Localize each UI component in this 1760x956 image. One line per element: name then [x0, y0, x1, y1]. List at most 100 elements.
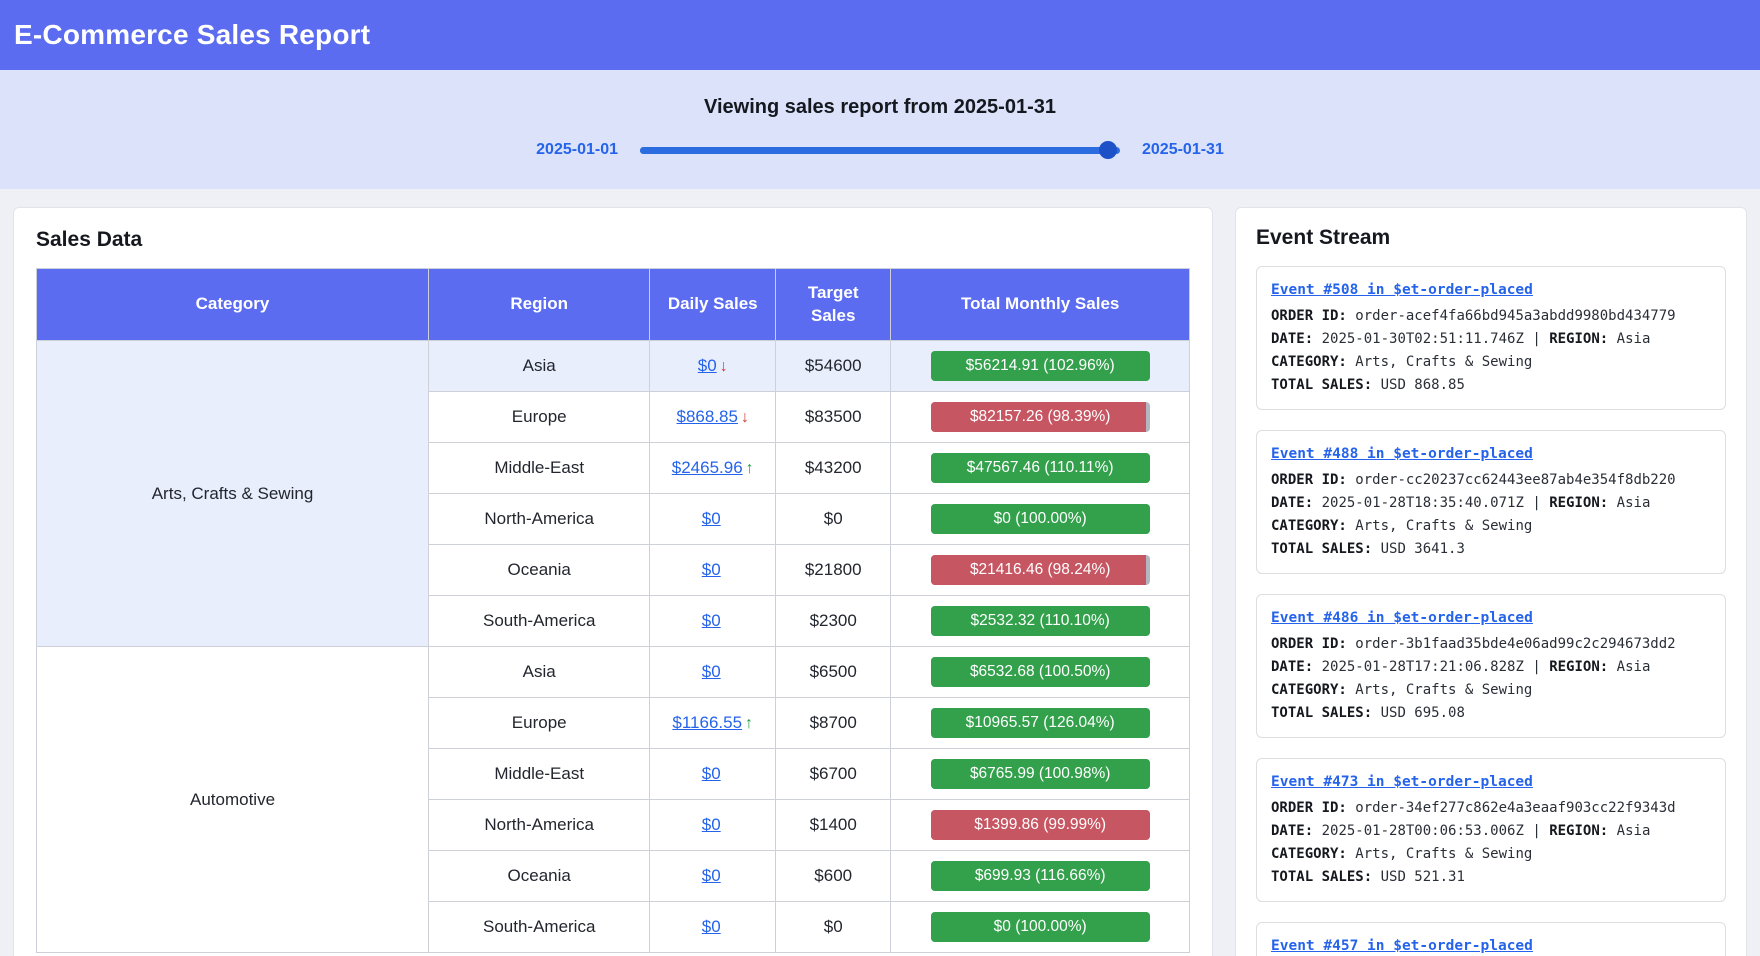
daily-sales-cell: $0: [650, 647, 776, 698]
region-cell: Oceania: [429, 545, 650, 596]
date-label: DATE:: [1271, 331, 1313, 347]
total-sales-cell: $47567.46 (110.11%): [891, 443, 1190, 494]
event-date-line: DATE: 2025-01-30T02:51:11.746Z | REGION:…: [1271, 328, 1711, 351]
category-cell: Arts, Crafts & Sewing: [37, 341, 429, 647]
event-category-line: CATEGORY: Arts, Crafts & Sewing: [1271, 515, 1711, 538]
date-slider[interactable]: [640, 141, 1120, 159]
event-link[interactable]: Event #508 in $et-order-placed: [1271, 279, 1533, 302]
event-link[interactable]: Event #488 in $et-order-placed: [1271, 443, 1533, 466]
monthly-sales-badge: $1399.86 (99.99%): [931, 810, 1150, 840]
total-sales-label: TOTAL SALES:: [1271, 377, 1372, 393]
col-header-category: Category: [37, 269, 429, 341]
separator: |: [1532, 659, 1540, 675]
daily-sales-link[interactable]: $0: [698, 356, 717, 375]
target-sales-cell: $54600: [776, 341, 891, 392]
category-value: Arts, Crafts & Sewing: [1355, 846, 1532, 862]
region-cell: North-America: [429, 494, 650, 545]
daily-sales-link[interactable]: $1166.55: [672, 713, 742, 732]
sales-table: Category Region Daily Sales Target Sales…: [36, 268, 1190, 953]
event-link[interactable]: Event #473 in $et-order-placed: [1271, 771, 1533, 794]
total-sales-value: USD 521.31: [1381, 869, 1465, 885]
total-sales-label: TOTAL SALES:: [1271, 541, 1372, 557]
daily-sales-cell: $0↓: [650, 341, 776, 392]
order-id-label: ORDER ID:: [1271, 472, 1347, 488]
event-link[interactable]: Event #457 in $et-order-placed: [1271, 935, 1533, 956]
monthly-sales-value: $82157.26 (98.39%): [931, 402, 1150, 432]
event-total-line: TOTAL SALES: USD 3641.3: [1271, 538, 1711, 561]
daily-sales-link[interactable]: $868.85: [677, 407, 738, 426]
region-value: Asia: [1617, 495, 1651, 511]
daily-sales-link[interactable]: $0: [702, 611, 721, 630]
total-sales-cell: $82157.26 (98.39%): [891, 392, 1190, 443]
date-label: DATE:: [1271, 659, 1313, 675]
daily-sales-link[interactable]: $0: [702, 560, 721, 579]
event-order-line: ORDER ID: order-34ef277c862e4a3eaaf903cc…: [1271, 797, 1711, 820]
monthly-sales-badge: $0 (100.00%): [931, 912, 1150, 942]
slider-end-label: 2025-01-31: [1142, 141, 1224, 159]
region-label: REGION:: [1549, 331, 1608, 347]
monthly-sales-badge: $10965.57 (126.04%): [931, 708, 1150, 738]
monthly-sales-value: $10965.57 (126.04%): [931, 708, 1150, 738]
trend-arrow-icon: ↓: [741, 409, 749, 426]
event-order-line: ORDER ID: order-cc20237cc62443ee87ab4e35…: [1271, 469, 1711, 492]
event-total-line: TOTAL SALES: USD 521.31: [1271, 866, 1711, 889]
event-category-line: CATEGORY: Arts, Crafts & Sewing: [1271, 679, 1711, 702]
col-header-total-monthly-sales: Total Monthly Sales: [891, 269, 1190, 341]
daily-sales-link[interactable]: $0: [702, 866, 721, 885]
event-link[interactable]: Event #486 in $et-order-placed: [1271, 607, 1533, 630]
daily-sales-link[interactable]: $0: [702, 764, 721, 783]
total-sales-cell: $21416.46 (98.24%): [891, 545, 1190, 596]
daily-sales-link[interactable]: $0: [702, 917, 721, 936]
target-sales-cell: $8700: [776, 698, 891, 749]
category-value: Arts, Crafts & Sewing: [1355, 354, 1532, 370]
monthly-sales-badge: $699.93 (116.66%): [931, 861, 1150, 891]
monthly-sales-value: $6532.68 (100.50%): [931, 657, 1150, 687]
monthly-sales-value: $0 (100.00%): [931, 504, 1150, 534]
separator: |: [1532, 823, 1540, 839]
region-label: REGION:: [1549, 495, 1608, 511]
separator: |: [1532, 495, 1540, 511]
total-sales-label: TOTAL SALES:: [1271, 705, 1372, 721]
event-order-line: ORDER ID: order-acef4fa66bd945a3abdd9980…: [1271, 305, 1711, 328]
daily-sales-link[interactable]: $0: [702, 662, 721, 681]
daily-sales-cell: $0: [650, 596, 776, 647]
daily-sales-cell: $868.85↓: [650, 392, 776, 443]
region-value: Asia: [1617, 823, 1651, 839]
monthly-sales-badge: $6765.99 (100.98%): [931, 759, 1150, 789]
monthly-sales-value: $21416.46 (98.24%): [931, 555, 1150, 585]
monthly-sales-badge: $21416.46 (98.24%): [931, 555, 1150, 585]
target-sales-cell: $1400: [776, 800, 891, 851]
slider-handle[interactable]: [1099, 141, 1117, 159]
event-card: Event #457 in $et-order-placed ORDER ID:…: [1256, 922, 1726, 956]
region-value: Asia: [1617, 659, 1651, 675]
target-sales-cell: $43200: [776, 443, 891, 494]
monthly-sales-value: $1399.86 (99.99%): [931, 810, 1150, 840]
order-id-value: order-cc20237cc62443ee87ab4e354f8db220: [1355, 472, 1675, 488]
sales-data-panel: Sales Data Category Region Daily Sales T…: [13, 207, 1213, 956]
category-label: CATEGORY:: [1271, 682, 1347, 698]
target-sales-cell: $83500: [776, 392, 891, 443]
daily-sales-link[interactable]: $2465.96: [672, 458, 743, 477]
slider-start-label: 2025-01-01: [536, 141, 618, 159]
region-cell: South-America: [429, 596, 650, 647]
event-card: Event #488 in $et-order-placed ORDER ID:…: [1256, 430, 1726, 574]
trend-arrow-icon: ↑: [745, 715, 753, 732]
trend-arrow-icon: ↓: [720, 358, 728, 375]
report-range-title: Viewing sales report from 2025-01-31: [0, 96, 1760, 119]
daily-sales-link[interactable]: $0: [702, 815, 721, 834]
date-slider-row: 2025-01-01 2025-01-31: [0, 141, 1760, 159]
total-sales-cell: $6765.99 (100.98%): [891, 749, 1190, 800]
total-sales-cell: $1399.86 (99.99%): [891, 800, 1190, 851]
monthly-sales-value: $0 (100.00%): [931, 912, 1150, 942]
category-value: Arts, Crafts & Sewing: [1355, 682, 1532, 698]
table-row: Automotive Asia $0 $6500 $6532.68 (100.5…: [37, 647, 1190, 698]
daily-sales-cell: $0: [650, 749, 776, 800]
total-sales-cell: $699.93 (116.66%): [891, 851, 1190, 902]
event-card: Event #486 in $et-order-placed ORDER ID:…: [1256, 594, 1726, 738]
app-header: E-Commerce Sales Report: [0, 0, 1760, 70]
total-sales-value: USD 868.85: [1381, 377, 1465, 393]
order-id-label: ORDER ID:: [1271, 800, 1347, 816]
daily-sales-link[interactable]: $0: [702, 509, 721, 528]
table-row: Arts, Crafts & Sewing Asia $0↓ $54600 $5…: [37, 341, 1190, 392]
region-cell: Asia: [429, 341, 650, 392]
